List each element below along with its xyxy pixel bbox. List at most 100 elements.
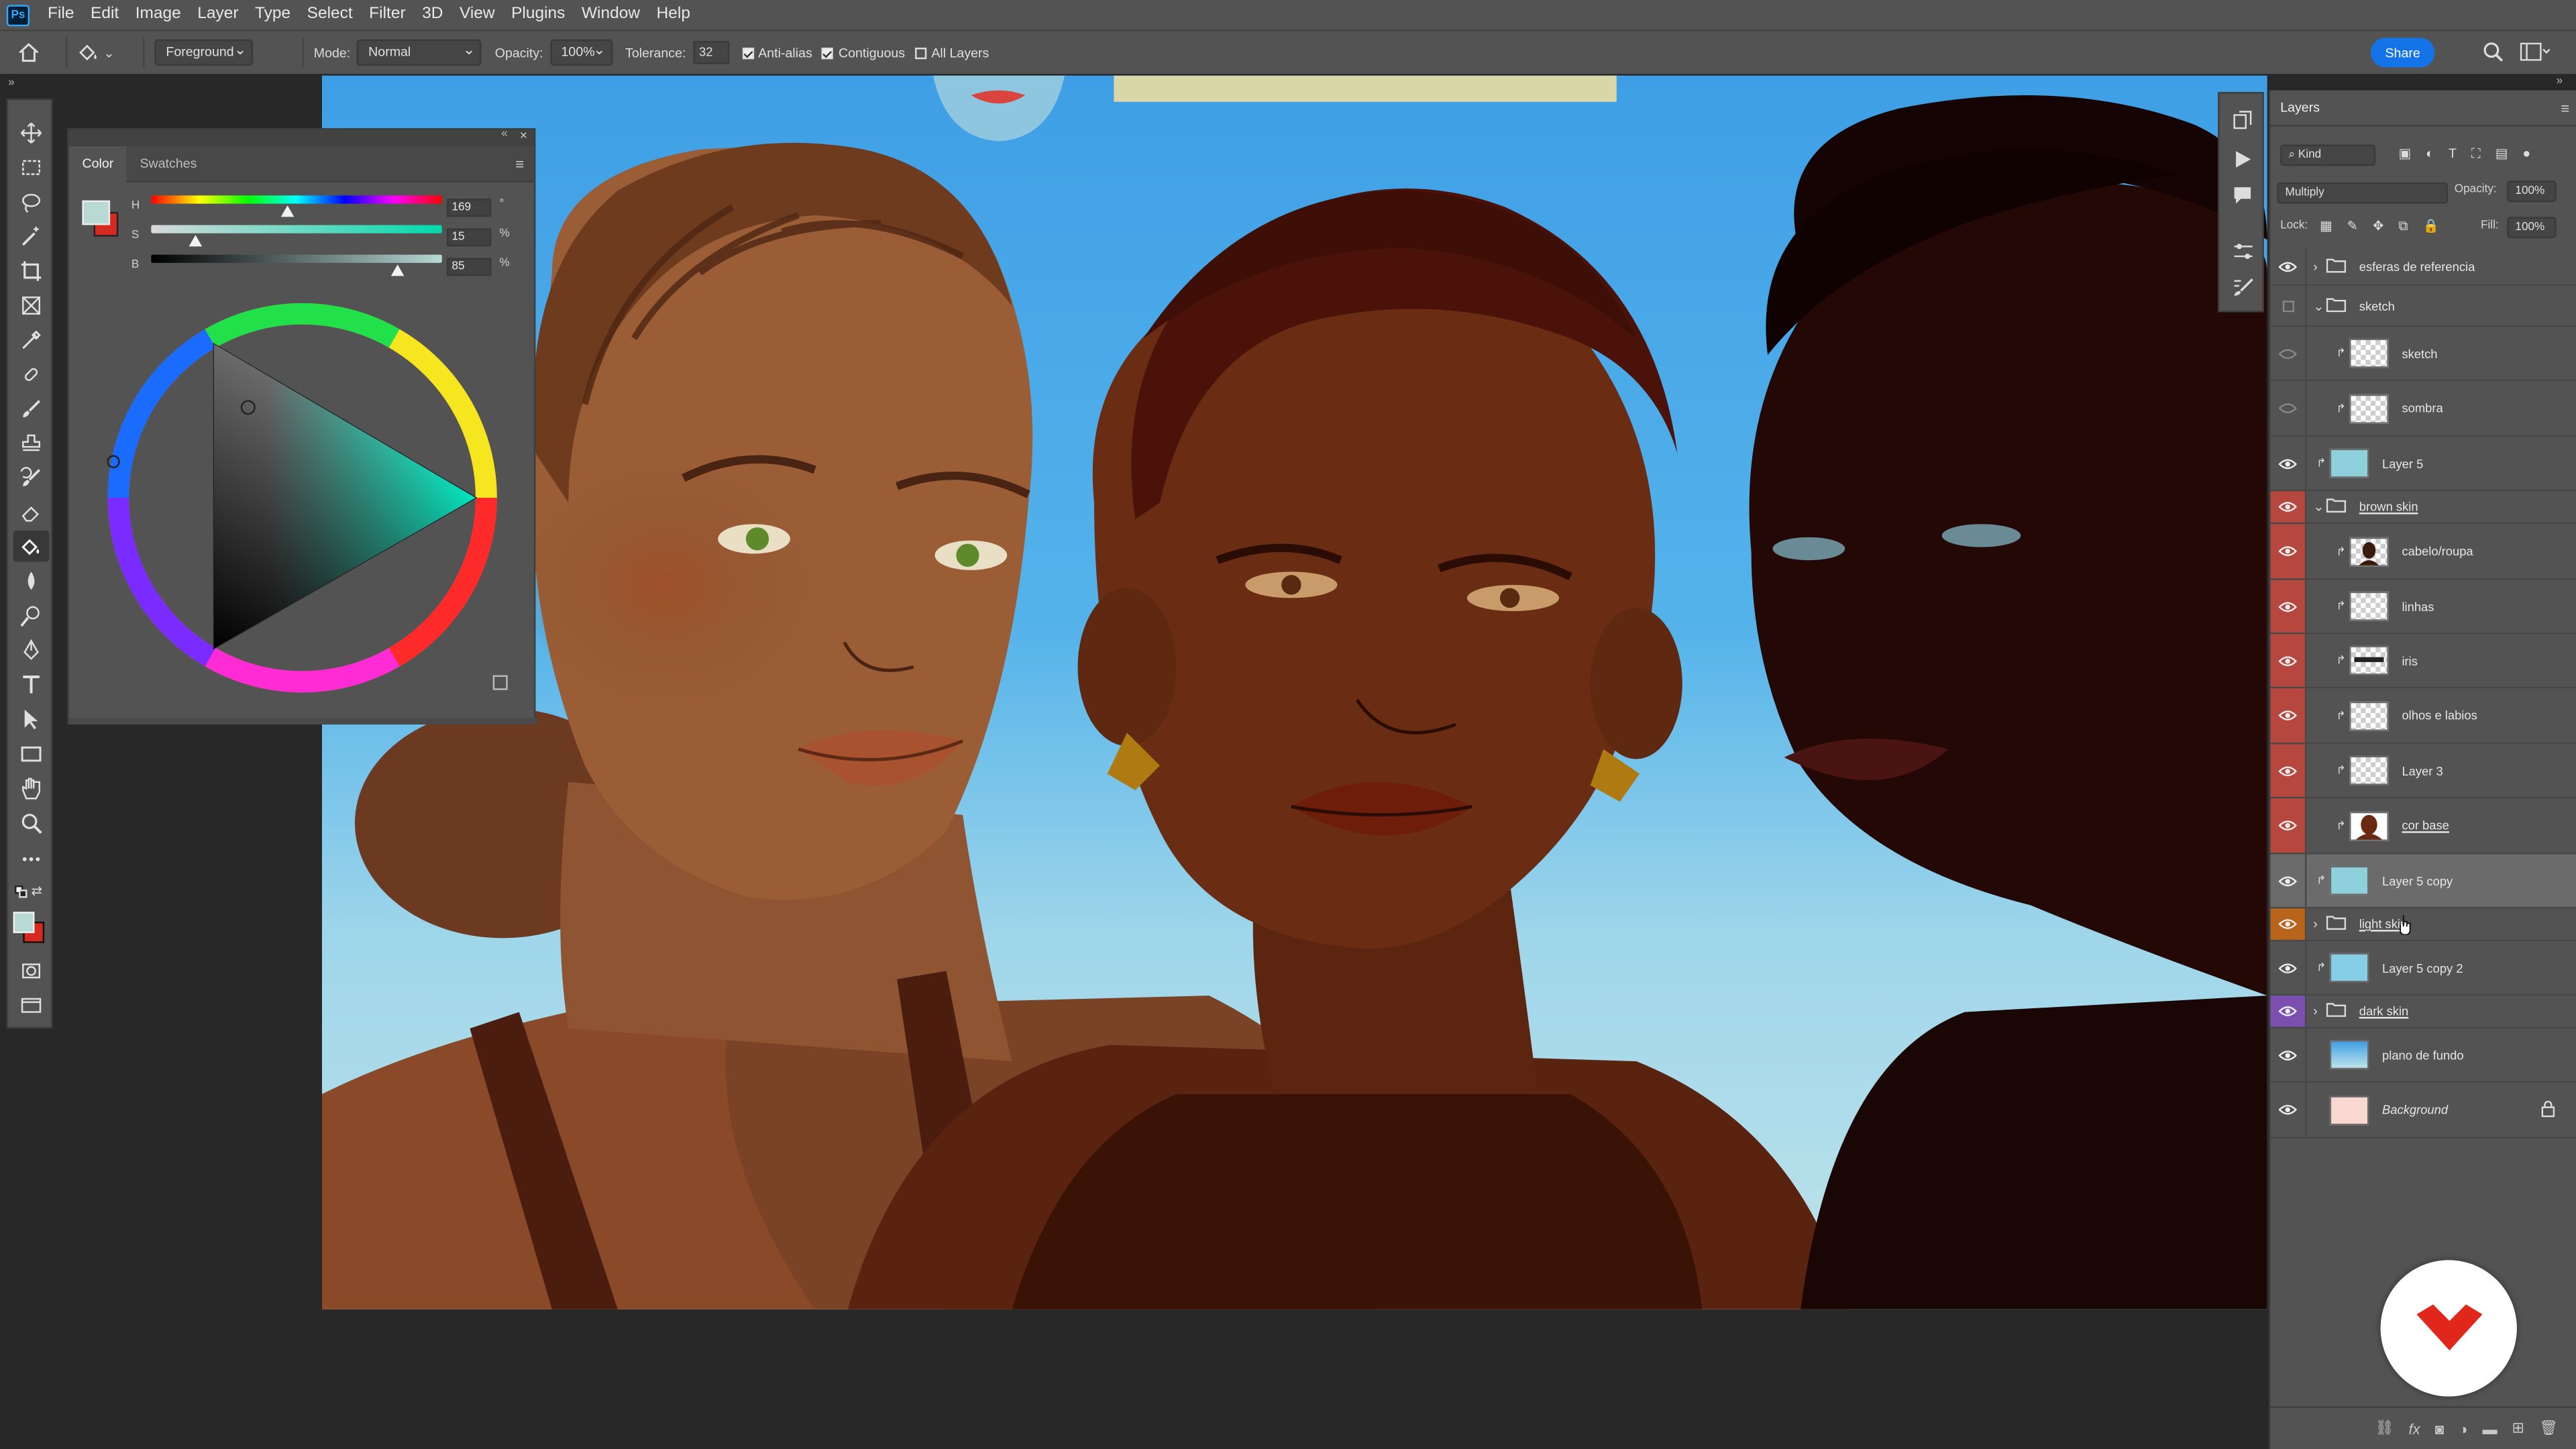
rectangle-tool-icon[interactable] (13, 738, 50, 769)
fx-icon[interactable]: fx (2409, 1420, 2420, 1436)
visibility-eye-icon[interactable] (2270, 634, 2307, 687)
menu-select[interactable]: Select (299, 0, 361, 30)
menu-window[interactable]: Window (574, 0, 649, 30)
layer-filter-dropdown[interactable]: ⌕ Kind (2280, 144, 2376, 166)
healing-brush-tool-icon[interactable] (13, 358, 50, 390)
magic-wand-tool-icon[interactable] (13, 220, 50, 252)
history-icon[interactable] (2233, 110, 2252, 133)
tab-color[interactable]: Color (68, 145, 127, 182)
hue-input[interactable]: 169 (447, 199, 492, 217)
clone-stamp-tool-icon[interactable] (13, 427, 50, 459)
layer-row[interactable]: ↱ olhos e labios (2270, 688, 2576, 745)
visibility-eye-icon[interactable] (2271, 854, 2307, 907)
menu-filter[interactable]: Filter (361, 0, 414, 30)
visibility-eye-icon[interactable] (2270, 744, 2307, 797)
layer-row[interactable]: ↱ cabelo/roupa (2270, 524, 2576, 580)
paint-bucket-tool-icon[interactable] (13, 531, 50, 562)
workspace-icon[interactable] (2520, 42, 2551, 64)
layer-row[interactable]: ↱ Layer 3 (2270, 744, 2576, 799)
brush-settings-icon[interactable] (2233, 278, 2254, 301)
filter-toggle-icon[interactable]: ● (2522, 146, 2530, 162)
fill-input[interactable]: 100% (2507, 217, 2557, 239)
swap-colors-icon[interactable]: ⇄ (32, 884, 42, 899)
visibility-eye-icon[interactable] (2271, 327, 2307, 380)
foreground-color-swatch[interactable] (13, 912, 35, 934)
brightness-slider-thumb[interactable] (391, 264, 405, 276)
home-icon[interactable] (0, 43, 56, 62)
visibility-eye-icon[interactable] (2270, 491, 2307, 523)
layer-name[interactable]: Layer 5 copy 2 (2382, 960, 2463, 975)
layer-name[interactable]: esferas de referencia (2359, 259, 2475, 274)
saturation-slider[interactable] (151, 225, 442, 233)
crop-tool-icon[interactable] (13, 255, 50, 286)
layer-row[interactable]: ↱ Layer 5 (2270, 437, 2576, 492)
filter-type-icon[interactable]: T (2449, 146, 2457, 162)
brush-tool-icon[interactable] (13, 392, 50, 424)
hue-slider-thumb[interactable] (281, 205, 294, 217)
pen-tool-icon[interactable] (13, 634, 50, 665)
actions-play-icon[interactable] (2235, 150, 2253, 172)
layer-row[interactable]: plano de fundo (2270, 1028, 2576, 1083)
layer-name[interactable]: Layer 3 (2402, 763, 2443, 778)
visibility-eye-icon[interactable] (2271, 248, 2307, 284)
visibility-eye-icon[interactable] (2270, 524, 2307, 579)
collapse-left-icon[interactable]: » (8, 77, 15, 89)
lock-artboard-icon[interactable]: ⧉ (2398, 219, 2408, 235)
opacity-input[interactable]: 100% (549, 38, 612, 66)
comments-icon[interactable] (2233, 186, 2252, 209)
expand-icon[interactable] (492, 675, 508, 690)
eyedropper-tool-icon[interactable] (13, 323, 50, 355)
lock-icon[interactable] (2541, 1099, 2555, 1120)
layer-row[interactable]: ↱ linhas (2270, 580, 2576, 635)
layer-row[interactable]: ↱ sketch (2270, 327, 2576, 382)
menu-type[interactable]: Type (247, 0, 299, 30)
trash-icon[interactable]: 🗑 (2539, 1419, 2558, 1438)
panel-resize-bar[interactable] (68, 718, 537, 725)
share-button[interactable]: Share (2370, 38, 2435, 68)
menu-layer[interactable]: Layer (189, 0, 247, 30)
color-wheel[interactable] (95, 290, 509, 704)
blur-tool-icon[interactable] (13, 565, 50, 596)
layer-row[interactable]: ⌄ sketch (2270, 286, 2576, 327)
group-toggle-icon[interactable]: › (2313, 1004, 2326, 1018)
close-icon[interactable]: × (520, 128, 527, 143)
marquee-tool-icon[interactable] (13, 151, 50, 182)
new-layer-icon[interactable]: ⊞ (2512, 1419, 2524, 1438)
eraser-tool-icon[interactable] (13, 496, 50, 528)
add-mask-icon[interactable]: ◙ (2435, 1420, 2444, 1436)
menu-3d[interactable]: 3D (414, 0, 451, 30)
panel-menu-icon[interactable]: ≡ (515, 155, 524, 171)
link-layers-icon[interactable]: ⛓ (2375, 1419, 2394, 1438)
layer-name[interactable]: cor base (2402, 818, 2449, 833)
move-tool-icon[interactable] (13, 117, 50, 148)
layer-row[interactable]: › esferas de referencia (2270, 248, 2576, 286)
layers-panel-title[interactable]: Layers (2280, 100, 2320, 115)
layer-name[interactable]: iris (2402, 653, 2417, 667)
layer-name[interactable]: linhas (2402, 599, 2434, 614)
group-toggle-icon[interactable]: › (2313, 259, 2326, 274)
visibility-eye-icon[interactable] (2270, 580, 2307, 633)
tolerance-input[interactable]: 32 (692, 41, 729, 64)
menu-file[interactable]: File (40, 0, 83, 30)
filter-shape-icon[interactable]: ⛶ (2471, 146, 2481, 162)
brightness-slider[interactable] (151, 254, 442, 263)
path-selection-tool-icon[interactable] (13, 703, 50, 735)
screen-mode-icon[interactable] (13, 989, 50, 1020)
saturation-input[interactable]: 15 (447, 228, 492, 247)
dodge-tool-icon[interactable] (13, 600, 50, 631)
layer-name[interactable]: cabelo/roupa (2402, 544, 2473, 559)
hand-tool-icon[interactable] (13, 772, 50, 804)
layer-name[interactable]: Background (2382, 1102, 2448, 1117)
visibility-eye-icon[interactable] (2271, 286, 2307, 325)
blend-mode-dropdown[interactable]: Multiply (2277, 182, 2449, 204)
layer-name[interactable]: brown skin (2359, 499, 2418, 514)
panel-collapse-icon[interactable]: « (501, 128, 508, 140)
layer-name[interactable]: plano de fundo (2382, 1047, 2464, 1062)
tab-swatches[interactable]: Swatches (127, 146, 210, 182)
hue-slider[interactable] (151, 195, 442, 204)
adjustments-icon[interactable] (2233, 241, 2254, 264)
layer-name[interactable]: sketch (2402, 346, 2437, 361)
layer-name[interactable]: Layer 5 copy (2382, 873, 2453, 888)
all-layers-checkbox[interactable]: All Layers (914, 45, 989, 60)
group-toggle-icon[interactable]: › (2313, 917, 2326, 932)
